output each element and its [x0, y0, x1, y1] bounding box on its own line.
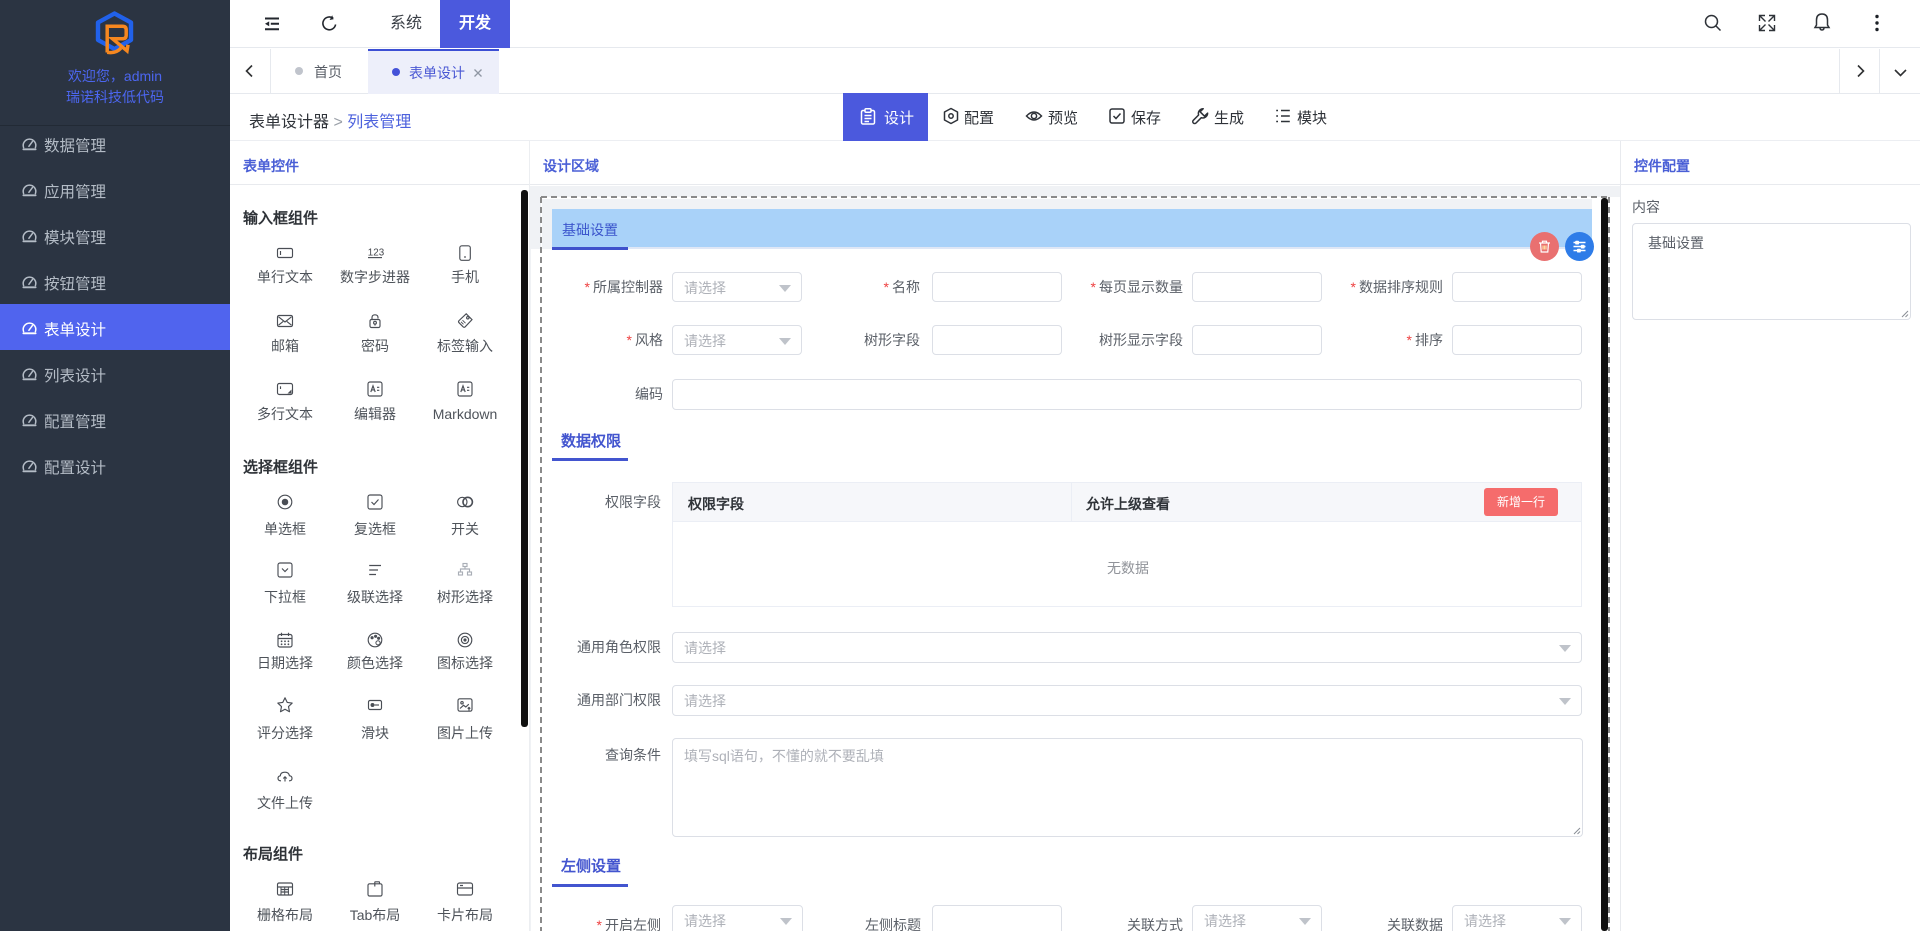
- svg-text:123: 123: [368, 248, 384, 259]
